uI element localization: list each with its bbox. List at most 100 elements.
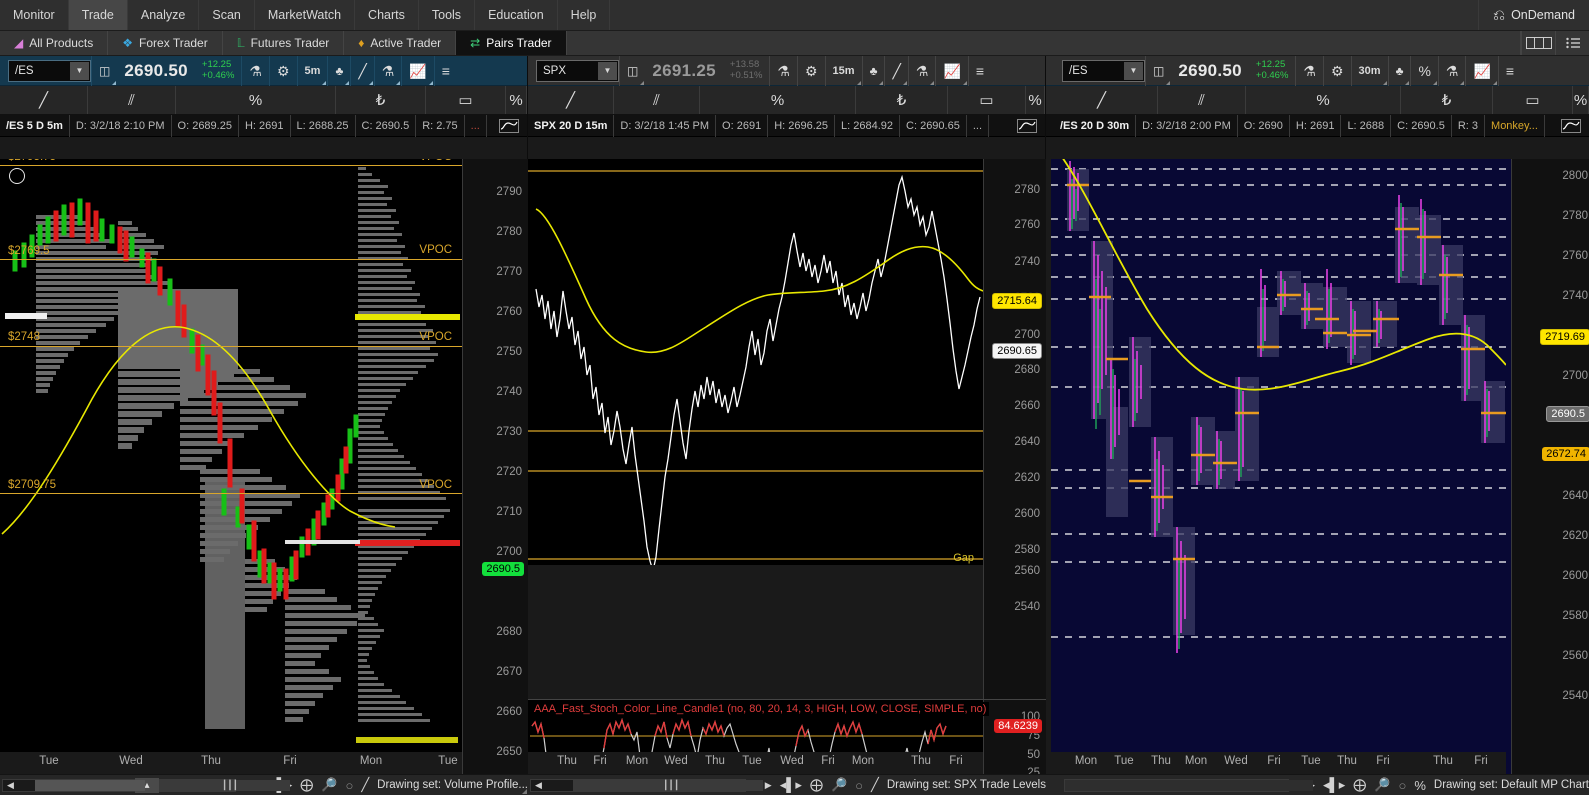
- studies-icon-1[interactable]: 📈: [401, 55, 433, 86]
- candle-icon-2[interactable]: ♣: [861, 55, 885, 86]
- price-axis-1[interactable]: 2790 2780 2770 2760 2750 2740 2730 2720 …: [462, 159, 528, 793]
- zoom-in-icon-3[interactable]: 🔎: [1370, 777, 1394, 793]
- tab-all-products[interactable]: ◢ All Products: [0, 31, 109, 55]
- parallel-lines-icon-3[interactable]: ⫽: [1158, 86, 1246, 114]
- timeframe-selector-3[interactable]: 30m: [1350, 55, 1388, 86]
- chart-plot-2[interactable]: Gap 2800 2780 2760 2740 2720 2700 2680 2…: [528, 159, 1046, 565]
- last-price-tag-2: 2690.65: [992, 343, 1042, 359]
- link-icon-1[interactable]: ◫: [91, 55, 117, 86]
- percent-tool-icon-2[interactable]: %: [1026, 86, 1045, 114]
- list-menu-icon[interactable]: [1555, 31, 1589, 55]
- scroll-right-icon-2[interactable]: ▶: [761, 780, 776, 791]
- crosshair-tool-icon-3[interactable]: ⨁: [1349, 777, 1370, 793]
- chart-date-1: D: 3/2/18 2:10 PM: [70, 114, 172, 137]
- horizontal-scrollbar-1[interactable]: ◀: [2, 778, 145, 792]
- zoom-in-icon-1[interactable]: 🔎: [317, 777, 341, 793]
- menu-item-monitor[interactable]: Monitor: [0, 0, 69, 30]
- rectangle-icon-1[interactable]: ▭: [426, 86, 506, 114]
- trendline-icon-1[interactable]: ╱: [350, 55, 373, 86]
- rectangle-icon-3[interactable]: ▭: [1493, 86, 1573, 114]
- chart-plot-3[interactable]: 2800 2780 2760 2740 2720 2700 2680 2660 …: [1051, 159, 1589, 793]
- line-icon-3[interactable]: ╱: [1046, 86, 1158, 114]
- flask-icon-3[interactable]: ⚗: [1295, 55, 1323, 86]
- price-axis-3[interactable]: 2800 2780 2760 2740 2720 2700 2680 2660 …: [1511, 159, 1589, 793]
- crosshair-tool-icon-1[interactable]: ⨁: [296, 777, 317, 793]
- chart-plot-1[interactable]: $2795.75 $2769.5 $2748 $2709.75 VPOC VPO…: [0, 159, 528, 793]
- line-icon-1[interactable]: ╱: [0, 86, 88, 114]
- percent-tool-icon-3[interactable]: %: [1573, 86, 1589, 114]
- line-icon-2[interactable]: ╱: [528, 86, 614, 114]
- parallel-lines-icon-2[interactable]: ⫽: [614, 86, 700, 114]
- dollar-icon-2[interactable]: ₺: [856, 86, 948, 114]
- ondemand-button[interactable]: ⎌ OnDemand: [1479, 0, 1589, 30]
- candle-icon-3[interactable]: ♣: [1387, 55, 1411, 86]
- symbol-input-2[interactable]: SPX ▼: [536, 59, 619, 82]
- flask-icon-1[interactable]: ⚗: [241, 55, 269, 86]
- flask-icon-2[interactable]: ⚗: [769, 55, 797, 86]
- menu-item-education[interactable]: Education: [475, 0, 558, 30]
- percent-tool-icon-1[interactable]: %: [506, 86, 527, 114]
- dollar-icon-3[interactable]: ₺: [1401, 86, 1493, 114]
- parallel-lines-icon-1[interactable]: ⫽: [88, 86, 176, 114]
- squiggle-icon-3[interactable]: [1553, 115, 1589, 137]
- last-price-tag-3: 2690.5: [1546, 406, 1589, 422]
- scrollbar-thumb-1[interactable]: [35, 779, 145, 791]
- link-icon-2[interactable]: ◫: [619, 55, 645, 86]
- chevron-down-icon[interactable]: ▼: [598, 61, 617, 80]
- zoom-out-icon-3[interactable]: ○: [1394, 778, 1410, 793]
- menu-item-tools[interactable]: Tools: [419, 0, 476, 30]
- line-tool-icon-1[interactable]: ╱: [357, 777, 373, 793]
- gear-icon-2[interactable]: ⚙: [796, 55, 825, 86]
- horizontal-scrollbar-3[interactable]: ◀: [1064, 778, 1313, 792]
- menu-item-marketwatch[interactable]: MarketWatch: [255, 0, 356, 30]
- menu-item-help[interactable]: Help: [558, 0, 611, 30]
- percent-tool-icon-3b[interactable]: %: [1410, 778, 1430, 793]
- symbol-input-3[interactable]: /ES ▼: [1062, 59, 1145, 82]
- timeframe-selector-1[interactable]: 5m: [296, 55, 328, 86]
- tab-active-trader[interactable]: ♦ Active Trader: [344, 31, 457, 55]
- tab-pairs-trader[interactable]: ⇄ Pairs Trader: [456, 31, 567, 55]
- squiggle-icon-1[interactable]: [491, 115, 527, 137]
- gear-icon-3[interactable]: ⚙: [1322, 55, 1351, 86]
- rectangle-icon-2[interactable]: ▭: [948, 86, 1026, 114]
- flask2-icon-2[interactable]: ⚗: [907, 55, 936, 86]
- list-icon-1[interactable]: ≡: [433, 55, 457, 86]
- chevron-down-icon[interactable]: ▼: [1124, 61, 1143, 80]
- menu-item-analyze[interactable]: Analyze: [128, 0, 200, 30]
- studies-icon-2[interactable]: 📈: [935, 55, 967, 86]
- menu-item-trade[interactable]: Trade: [68, 0, 128, 30]
- list-icon-3[interactable]: ≡: [1497, 55, 1521, 86]
- chevron-down-icon[interactable]: ▼: [70, 61, 89, 80]
- pan-icon-3[interactable]: ◂▌▸: [1319, 777, 1349, 793]
- menu-item-charts[interactable]: Charts: [355, 0, 419, 30]
- studies-icon-3[interactable]: 📈: [1465, 55, 1497, 86]
- gear-icon-1[interactable]: ⚙: [268, 55, 297, 86]
- zoom-scrollbar-1[interactable]: ┃┃┃: [158, 778, 290, 792]
- line-tool-icon-2[interactable]: ╱: [867, 777, 883, 793]
- horizontal-scrollbar-2[interactable]: ◀ ┃┃┃: [530, 778, 763, 792]
- price-axis-2[interactable]: 2800 2780 2760 2740 2720 2700 2680 2660 …: [983, 159, 1046, 565]
- link-icon-3[interactable]: ◫: [1145, 55, 1171, 86]
- percent-icon-1[interactable]: %: [176, 86, 336, 114]
- percent-icon-2[interactable]: %: [700, 86, 856, 114]
- candle-icon-1[interactable]: ♣: [327, 55, 350, 86]
- symbol-input-1[interactable]: /ES ▼: [8, 59, 91, 82]
- percent-icon-3[interactable]: %: [1246, 86, 1401, 114]
- dollar-icon-1[interactable]: ₺: [336, 86, 426, 114]
- crosshair-tool-icon-2[interactable]: ⨁: [806, 777, 827, 793]
- flask2-icon-3[interactable]: ⚗: [1437, 55, 1466, 86]
- menu-item-scan[interactable]: Scan: [199, 0, 255, 30]
- layout-columns-icon[interactable]: [1521, 31, 1555, 55]
- zoom-in-icon-2[interactable]: 🔎: [827, 777, 851, 793]
- squiggle-icon-2[interactable]: [1009, 115, 1045, 137]
- flask2-icon-1[interactable]: ⚗: [373, 55, 402, 86]
- zoom-out-icon-2[interactable]: ○: [851, 778, 867, 793]
- timeframe-selector-2[interactable]: 15m: [824, 55, 862, 86]
- tab-futures-trader[interactable]: 𝕃 Futures Trader: [223, 31, 345, 55]
- trendline-icon-2[interactable]: ╱: [884, 55, 907, 86]
- percent-icon-3[interactable]: %: [1410, 55, 1437, 86]
- zoom-out-icon-1[interactable]: ○: [341, 778, 357, 793]
- list-icon-2[interactable]: ≡: [967, 55, 991, 86]
- pan-icon-2[interactable]: ◂▌▸: [776, 777, 806, 793]
- tab-forex-trader[interactable]: ❖ Forex Trader: [108, 31, 223, 55]
